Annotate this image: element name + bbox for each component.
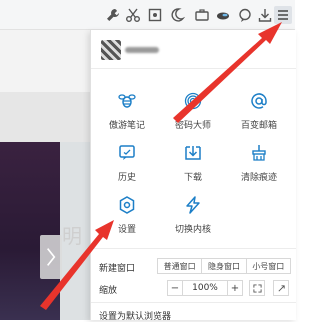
history-icon (116, 142, 138, 164)
fit-screen-icon[interactable] (273, 280, 289, 296)
fullscreen-icon[interactable] (249, 280, 265, 296)
download-icon (182, 142, 204, 164)
scissors-icon[interactable] (124, 6, 142, 24)
browser-toolbar (0, 0, 295, 30)
brush-icon[interactable] (214, 6, 232, 24)
divider (91, 302, 296, 303)
menu-icon[interactable] (274, 6, 292, 24)
zoom-in-button[interactable]: + (227, 280, 243, 296)
new-window-options: 普通窗口 隐身窗口 小号窗口 (157, 258, 291, 274)
tile-clear-traces[interactable]: 清除痕迹 (227, 142, 291, 190)
mail-at-icon (248, 90, 270, 112)
zoom-level: 100% (183, 280, 227, 296)
tile-label: 清除痕迹 (240, 173, 277, 183)
avatar[interactable] (101, 40, 121, 60)
download-icon[interactable] (256, 6, 274, 24)
zoom-out-button[interactable]: − (167, 280, 183, 296)
tile-label: 设置 (117, 225, 136, 235)
normal-window-button[interactable]: 普通窗口 (158, 259, 203, 273)
tile-label: 傲游笔记 (108, 121, 145, 131)
tile-label: 百变邮箱 (240, 121, 277, 131)
settings-icon (116, 194, 138, 216)
page-content: 明 (0, 30, 90, 320)
lightning-icon (182, 194, 204, 216)
divider (91, 248, 296, 249)
night-mode-icon[interactable] (168, 6, 186, 24)
divider (91, 68, 296, 69)
tile-label: 切换内核 (174, 225, 211, 235)
note-bee-icon (116, 90, 138, 112)
tile-label: 历史 (117, 173, 136, 183)
page-dark-image (0, 142, 60, 320)
chat-icon[interactable] (236, 6, 254, 24)
screenshot-icon[interactable] (146, 6, 164, 24)
page-banner (0, 92, 90, 142)
carousel-next-button[interactable] (40, 235, 62, 279)
account-name-blurred[interactable] (125, 47, 159, 53)
new-window-label: 新建窗口 (99, 264, 136, 274)
page-partial-text: 明 (62, 224, 82, 248)
tile-password[interactable]: 密码大师 (161, 90, 225, 138)
tile-notes[interactable]: 傲游笔记 (95, 90, 159, 138)
browser-main-menu: 傲游笔记 密码大师 百变邮箱 历史 下载 清除痕迹 设置 切换内核 新建窗口 普… (90, 30, 296, 322)
tile-label: 下载 (183, 173, 202, 183)
clear-traces-icon (248, 142, 270, 164)
private-window-button[interactable]: 隐身窗口 (202, 259, 247, 273)
wrench-icon[interactable] (104, 6, 122, 24)
toolbox-icon[interactable] (193, 6, 211, 24)
set-default-browser-item[interactable]: 设置为默认浏览器 (99, 309, 171, 322)
tile-mail[interactable]: 百变邮箱 (227, 90, 291, 138)
zoom-label: 缩放 (99, 286, 118, 296)
tile-downloads[interactable]: 下载 (161, 142, 225, 190)
tile-switch-engine[interactable]: 切换内核 (161, 194, 225, 242)
alt-account-window-button[interactable]: 小号窗口 (247, 259, 290, 273)
tile-settings[interactable]: 设置 (95, 194, 159, 242)
tile-label: 密码大师 (174, 121, 211, 131)
tile-history[interactable]: 历史 (95, 142, 159, 190)
fingerprint-icon (182, 90, 204, 112)
